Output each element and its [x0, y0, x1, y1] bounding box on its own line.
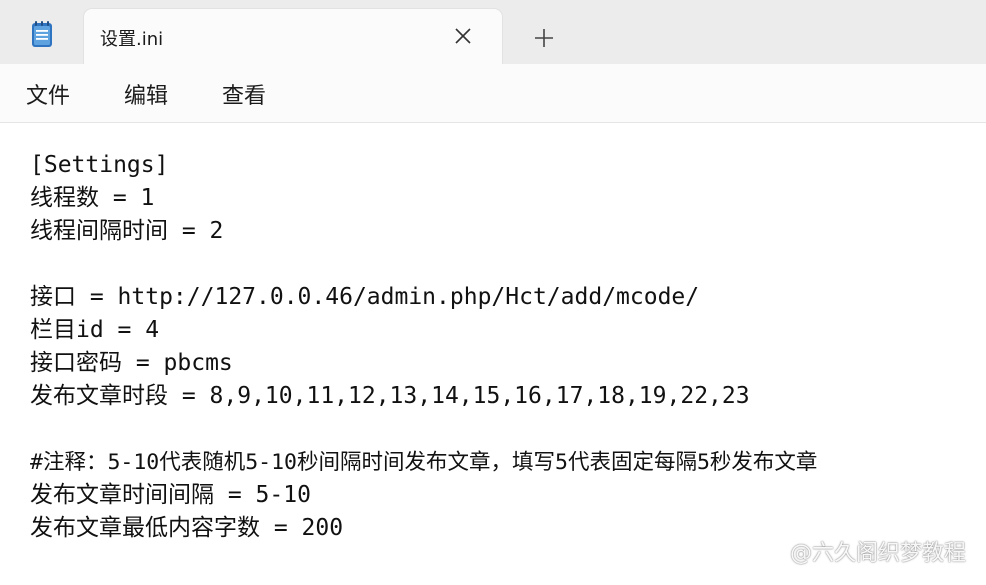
menu-bar: 文件 编辑 查看	[0, 64, 986, 123]
editor-line: #注释：5-10代表随机5-10秒间隔时间发布文章，填写5代表固定每隔5秒发布文…	[30, 450, 818, 475]
close-icon[interactable]	[452, 25, 474, 47]
plus-icon[interactable]	[530, 24, 558, 52]
notepad-window: 设置.ini 文件 编辑 查看 [Settings] 线程数 = 1 线程间隔时…	[0, 0, 986, 585]
editor-line: [Settings]	[30, 152, 169, 178]
tab-settings-ini[interactable]: 设置.ini	[84, 9, 502, 64]
menu-edit[interactable]: 编辑	[124, 78, 168, 110]
editor-line: 接口 = http://127.0.0.46/admin.php/Hct/add…	[30, 284, 700, 310]
editor-line: 发布文章时段 = 8,9,10,11,12,13,14,15,16,17,18,…	[30, 383, 750, 409]
notepad-icon	[30, 20, 54, 48]
editor-line: 接口密码 = pbcms	[30, 350, 233, 376]
editor-line: 栏目id = 4	[30, 317, 160, 343]
text-editor[interactable]: [Settings] 线程数 = 1 线程间隔时间 = 2 接口 = http:…	[0, 123, 986, 585]
menu-view[interactable]: 查看	[222, 78, 266, 110]
editor-line: 发布文章时间间隔 = 5-10	[30, 482, 311, 508]
menu-file[interactable]: 文件	[26, 78, 70, 110]
tab-bar: 设置.ini	[0, 0, 986, 64]
editor-line: 线程数 = 1	[30, 185, 155, 211]
editor-line: 线程间隔时间 = 2	[30, 218, 224, 244]
watermark: @六久阁织梦教程	[789, 541, 966, 566]
editor-line: 发布文章最低内容字数 = 200	[30, 515, 344, 541]
tab-title: 设置.ini	[100, 29, 164, 50]
